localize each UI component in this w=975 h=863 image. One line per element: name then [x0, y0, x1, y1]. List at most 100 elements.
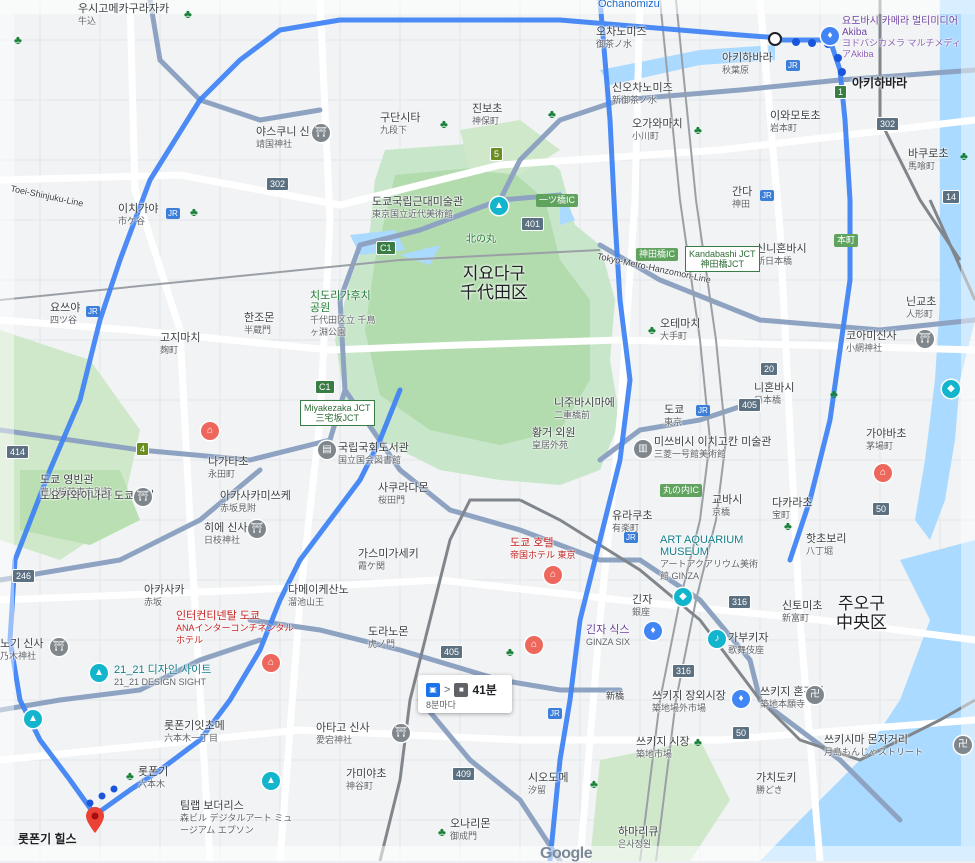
- place-tokyo-station[interactable]: 도쿄 東京: [664, 404, 684, 428]
- ic-marunouchi[interactable]: 丸の内IC: [660, 484, 703, 497]
- jr-station-icon[interactable]: JR: [760, 190, 774, 201]
- hotel-icon[interactable]: ⌂: [201, 422, 219, 440]
- shrine-icon[interactable]: ⛩: [312, 124, 330, 142]
- place-tameike[interactable]: 다메이케산노 溜池山王: [288, 584, 349, 608]
- hotel-icon[interactable]: ⌂: [544, 566, 562, 584]
- place-iwamotocho[interactable]: 이와모토초 岩本町: [770, 110, 821, 134]
- shopping-icon[interactable]: ♦: [821, 27, 839, 45]
- jct-kandabashi[interactable]: Kandabashi JCT 神田橋JCT: [685, 246, 760, 272]
- temple-icon[interactable]: 卍: [806, 686, 824, 704]
- museum-icon[interactable]: ▲: [90, 664, 108, 682]
- jr-station-icon[interactable]: JR: [166, 208, 180, 219]
- jr-station-icon[interactable]: JR: [624, 532, 638, 543]
- place-gaien[interactable]: 황거 외원 皇居外苑: [532, 427, 576, 451]
- place-akasaka-mitsuke[interactable]: 아카사카미쓰케 赤坂見附: [220, 490, 291, 514]
- hotel-icon[interactable]: ⌂: [874, 464, 892, 482]
- place-nijubashimae[interactable]: 니주바시마에 二重橋前: [554, 397, 615, 421]
- theater-icon[interactable]: ♪: [708, 630, 726, 648]
- place-sakuradamon[interactable]: 사쿠라다몬 桜田門: [378, 482, 429, 506]
- place-shimbashi[interactable]: 新橋: [606, 690, 624, 702]
- destination-label[interactable]: 아키하바라: [852, 74, 907, 91]
- place-ginza[interactable]: 긴자 銀座: [632, 594, 652, 618]
- place-shinochanomizu[interactable]: 신오차노미즈 新御茶ノ水: [612, 82, 673, 106]
- place-kudanshita[interactable]: 구단시타 九段下: [380, 112, 420, 136]
- place-chidorigafuchi[interactable]: 치도리가후치 공원 千代田区立 千鳥ヶ淵公園: [310, 290, 380, 338]
- jct-miyakezaka[interactable]: Miyakezaka JCT 三宅坂JCT: [300, 400, 375, 426]
- ic-honcho[interactable]: 本町: [834, 234, 859, 247]
- hotel-icon[interactable]: ⌂: [525, 636, 543, 654]
- place-shiodome[interactable]: 시오도메 汐留: [528, 772, 568, 796]
- place-ochanomizu-en[interactable]: Ochanomizu: [598, 0, 660, 10]
- museum-icon[interactable]: ▥: [634, 440, 652, 458]
- library-icon[interactable]: ▤: [318, 441, 336, 459]
- place-roppongi-itchome[interactable]: 롯폰기잇초메 六本木一丁目: [164, 720, 225, 744]
- place-yodobashi[interactable]: 요도바시 카메라 멀티미디어 Akiba ヨドバシカメラ マルチメディアAkiba: [842, 16, 962, 60]
- place-kayabacho[interactable]: 가야바초 茅場町: [866, 428, 906, 452]
- place-tsukiji-market[interactable]: 쓰키지 시장 築地市場: [636, 736, 690, 760]
- origin-pin-icon[interactable]: [86, 807, 104, 833]
- jr-station-icon[interactable]: JR: [696, 405, 710, 416]
- ic-kandabashi[interactable]: 神田橋IC: [636, 248, 679, 261]
- place-hamarikyu[interactable]: 하마리큐 은사정원: [618, 826, 658, 850]
- place-nogi[interactable]: 노기 신사 乃木神社: [0, 638, 44, 662]
- place-akasaka[interactable]: 아카사카 赤坂: [144, 584, 184, 608]
- place-teamlab[interactable]: 팀랩 보더리스 森ビル デジタルアート ミュージアム エプソン: [180, 800, 300, 836]
- place-ningyocho[interactable]: 닌교초 人形町: [906, 296, 936, 320]
- place-bakurocho[interactable]: 바쿠로초 馬喰町: [908, 148, 948, 172]
- place-jimbocho[interactable]: 진보초 神保町: [472, 103, 502, 127]
- ic-hitotsubashi[interactable]: 一ツ橋IC: [536, 194, 579, 207]
- shrine-icon[interactable]: ⛩: [916, 330, 934, 348]
- place-kyobashi[interactable]: 교바시 京橋: [712, 494, 742, 518]
- place-roppongi[interactable]: 롯폰기 六本木: [138, 766, 168, 790]
- place-onarimon[interactable]: 오나리몬 御成門: [450, 818, 490, 842]
- place-imperial-hotel[interactable]: 도쿄 호텔 帝国ホテル 東京: [510, 537, 576, 561]
- place-ginza-six[interactable]: 긴자 식스 GINZA SIX: [586, 624, 630, 648]
- place-shintomicho[interactable]: 신토미초 新富町: [782, 600, 822, 624]
- hotel-icon[interactable]: ⌂: [262, 654, 280, 672]
- art-museum-icon[interactable]: ◆: [942, 380, 960, 398]
- place-momat[interactable]: 도쿄국립근대미술관 東京国立近代美術館: [372, 196, 463, 220]
- place-yotsuya[interactable]: 요쓰야 四ツ谷: [50, 302, 80, 326]
- museum-icon[interactable]: ▲: [490, 197, 508, 215]
- place-art-aquarium[interactable]: ART AQUARIUM MUSEUM アートアクアリウム美術館 GINZA: [660, 534, 760, 582]
- place-hanzomon[interactable]: 한조몬 半蔵門: [244, 312, 274, 336]
- place-kachidoki[interactable]: 가치도키 勝どき: [756, 772, 796, 796]
- place-yurakucho[interactable]: 유라쿠초 有楽町: [612, 510, 652, 534]
- transit-route-card[interactable]: ▣ > ■ 41분 8분마다: [418, 675, 512, 713]
- place-tsukiji-outer[interactable]: 쓰키지 장외시장 築地場外市場: [652, 690, 726, 714]
- shopping-icon[interactable]: ♦: [732, 690, 750, 708]
- jr-station-icon[interactable]: JR: [86, 306, 100, 317]
- jr-station-icon[interactable]: JR: [548, 708, 562, 719]
- museum-icon[interactable]: ◆: [674, 588, 692, 606]
- place-hie[interactable]: 히에 신사 日枝神社: [204, 522, 248, 546]
- place-ndl[interactable]: 국립국회도서관 国立国会図書館: [338, 442, 409, 466]
- place-ogawamachi[interactable]: 오가와마치 小川町: [632, 118, 683, 142]
- shrine-icon[interactable]: ⛩: [134, 488, 152, 506]
- shopping-icon[interactable]: ♦: [644, 622, 662, 640]
- temple-icon[interactable]: 卍: [954, 736, 972, 754]
- route-end-marker[interactable]: [768, 32, 782, 46]
- place-kamiyacho[interactable]: 가미야초 神谷町: [346, 768, 386, 792]
- place-ichigaya[interactable]: 이치가야 市ケ谷: [118, 203, 158, 227]
- place-yasukuni[interactable]: 야스쿠니 신사 靖国神社: [256, 126, 320, 150]
- museum-icon[interactable]: ▲: [262, 772, 280, 790]
- place-tsukishima[interactable]: 쓰키시마 몬자거리 月島もんじゃストリート: [824, 734, 923, 758]
- place-takaracho[interactable]: 다카라초 宝町: [772, 497, 812, 521]
- place-hatchobori[interactable]: 핫초보리 八丁堀: [806, 533, 846, 557]
- jr-station-icon[interactable]: JR: [786, 60, 800, 71]
- place-nagatacho[interactable]: 나가타초 永田町: [208, 456, 248, 480]
- place-shin-nihombashi[interactable]: 신니혼바시 新日本橋: [756, 243, 807, 267]
- shrine-icon[interactable]: ⛩: [50, 638, 68, 656]
- place-kojimachi[interactable]: 고지마치 麹町: [160, 332, 200, 356]
- place-mitsubishi[interactable]: 미쓰비시 이치고칸 미술관 三菱一号館美術館: [654, 436, 771, 460]
- place-atago[interactable]: 아타고 신사 愛宕神社: [316, 722, 370, 746]
- place-ushigome[interactable]: 우시고메카구라자카 牛込: [78, 3, 169, 27]
- shrine-icon[interactable]: ⛩: [248, 520, 266, 538]
- place-koami[interactable]: 코아미신사 小網神社: [846, 330, 897, 354]
- map-canvas[interactable]: [0, 0, 975, 861]
- place-kabukiza[interactable]: 가부키자 歌舞伎座: [728, 632, 768, 656]
- place-ochanomizu[interactable]: 오차노미즈 御茶ノ水: [596, 26, 647, 50]
- place-toranomon[interactable]: 도라노몬 虎ノ門: [368, 626, 408, 650]
- place-kanda[interactable]: 간다 神田: [732, 186, 752, 210]
- museum-icon[interactable]: ▲: [24, 710, 42, 728]
